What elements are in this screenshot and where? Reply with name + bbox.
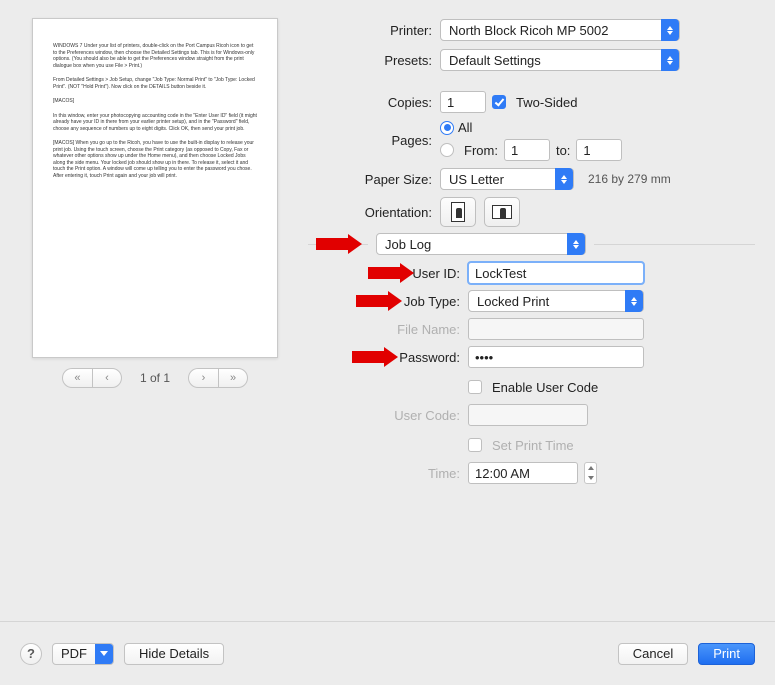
pages-to-input[interactable]: 1 <box>576 139 622 161</box>
set-print-time-checkbox[interactable] <box>468 438 482 452</box>
preview-next-button[interactable]: › <box>188 368 218 388</box>
user-code-input <box>468 404 588 426</box>
paper-size-label: Paper Size: <box>308 172 440 187</box>
enable-user-code-label: Enable User Code <box>492 380 598 395</box>
pages-all-label: All <box>458 120 472 135</box>
printer-value: North Block Ricoh MP 5002 <box>449 23 655 38</box>
dropdown-caret-icon <box>661 19 679 41</box>
enable-user-code-checkbox[interactable] <box>468 380 482 394</box>
preview-text: [MACOS] When you go up to the Ricoh, you… <box>53 140 257 179</box>
help-button[interactable]: ? <box>20 643 42 665</box>
set-print-time-label: Set Print Time <box>492 438 574 453</box>
preview-text: From Detailed Settings > Job Setup, chan… <box>53 77 257 90</box>
pages-from-label: From: <box>464 143 498 158</box>
dropdown-caret-icon <box>625 290 643 312</box>
pages-to-label: to: <box>556 143 570 158</box>
orientation-portrait-button[interactable] <box>440 197 476 227</box>
cancel-button[interactable]: Cancel <box>618 643 688 665</box>
preview-page-indicator: 1 of 1 <box>140 371 170 385</box>
red-arrow-icon <box>356 291 402 311</box>
orientation-label: Orientation: <box>308 205 440 220</box>
pages-label: Pages: <box>308 133 440 148</box>
paper-size-note: 216 by 279 mm <box>588 172 671 186</box>
section-value: Job Log <box>385 237 561 252</box>
time-label: Time: <box>338 466 468 481</box>
time-input: 12:00 AM <box>468 462 578 484</box>
preview-text: [MACOS] <box>53 98 257 105</box>
section-select[interactable]: Job Log <box>376 233 586 255</box>
hide-details-button[interactable]: Hide Details <box>124 643 224 665</box>
orientation-landscape-button[interactable] <box>484 197 520 227</box>
pdf-menu-button[interactable]: PDF <box>52 643 114 665</box>
preview-page: WINDOWS 7 Under your list of printers, d… <box>32 18 278 358</box>
file-name-input <box>468 318 644 340</box>
preview-nav: « ‹ 1 of 1 › » <box>20 368 290 388</box>
red-arrow-icon <box>316 234 362 254</box>
print-button[interactable]: Print <box>698 643 755 665</box>
preview-text: In this window, enter your photocopying … <box>53 113 257 133</box>
preview-prev-button[interactable]: ‹ <box>92 368 122 388</box>
paper-size-value: US Letter <box>449 172 549 187</box>
preview-text: WINDOWS 7 Under your list of printers, d… <box>53 43 257 69</box>
user-id-input[interactable]: LockTest <box>468 262 644 284</box>
job-type-value: Locked Print <box>477 294 619 309</box>
two-sided-checkbox[interactable] <box>492 95 506 109</box>
dropdown-caret-icon <box>567 233 585 255</box>
paper-size-select[interactable]: US Letter <box>440 168 574 190</box>
copies-label: Copies: <box>308 95 440 110</box>
job-type-select[interactable]: Locked Print <box>468 290 644 312</box>
dropdown-caret-icon <box>661 49 679 71</box>
presets-value: Default Settings <box>449 53 655 68</box>
user-code-label: User Code: <box>338 408 468 423</box>
file-name-label: File Name: <box>338 322 468 337</box>
presets-select[interactable]: Default Settings <box>440 49 680 71</box>
red-arrow-icon <box>368 263 414 283</box>
pdf-label: PDF <box>53 646 95 661</box>
dropdown-caret-icon <box>95 643 113 665</box>
preview-pane: WINDOWS 7 Under your list of printers, d… <box>20 18 290 596</box>
printer-label: Printer: <box>308 23 440 38</box>
preview-first-button[interactable]: « <box>62 368 92 388</box>
preview-last-button[interactable]: » <box>218 368 248 388</box>
dropdown-caret-icon <box>555 168 573 190</box>
copies-input[interactable]: 1 <box>440 91 486 113</box>
bottom-toolbar: ? PDF Hide Details Cancel Print <box>0 621 775 685</box>
presets-label: Presets: <box>308 53 440 68</box>
printer-select[interactable]: North Block Ricoh MP 5002 <box>440 19 680 41</box>
pages-all-radio[interactable] <box>440 121 454 135</box>
two-sided-label: Two-Sided <box>516 95 577 110</box>
pages-from-radio[interactable] <box>440 143 454 157</box>
pages-from-input[interactable]: 1 <box>504 139 550 161</box>
red-arrow-icon <box>352 347 398 367</box>
password-input[interactable]: •••• <box>468 346 644 368</box>
time-stepper <box>584 462 597 484</box>
section-separator: Job Log <box>308 233 755 255</box>
print-dialog: WINDOWS 7 Under your list of printers, d… <box>0 0 775 685</box>
